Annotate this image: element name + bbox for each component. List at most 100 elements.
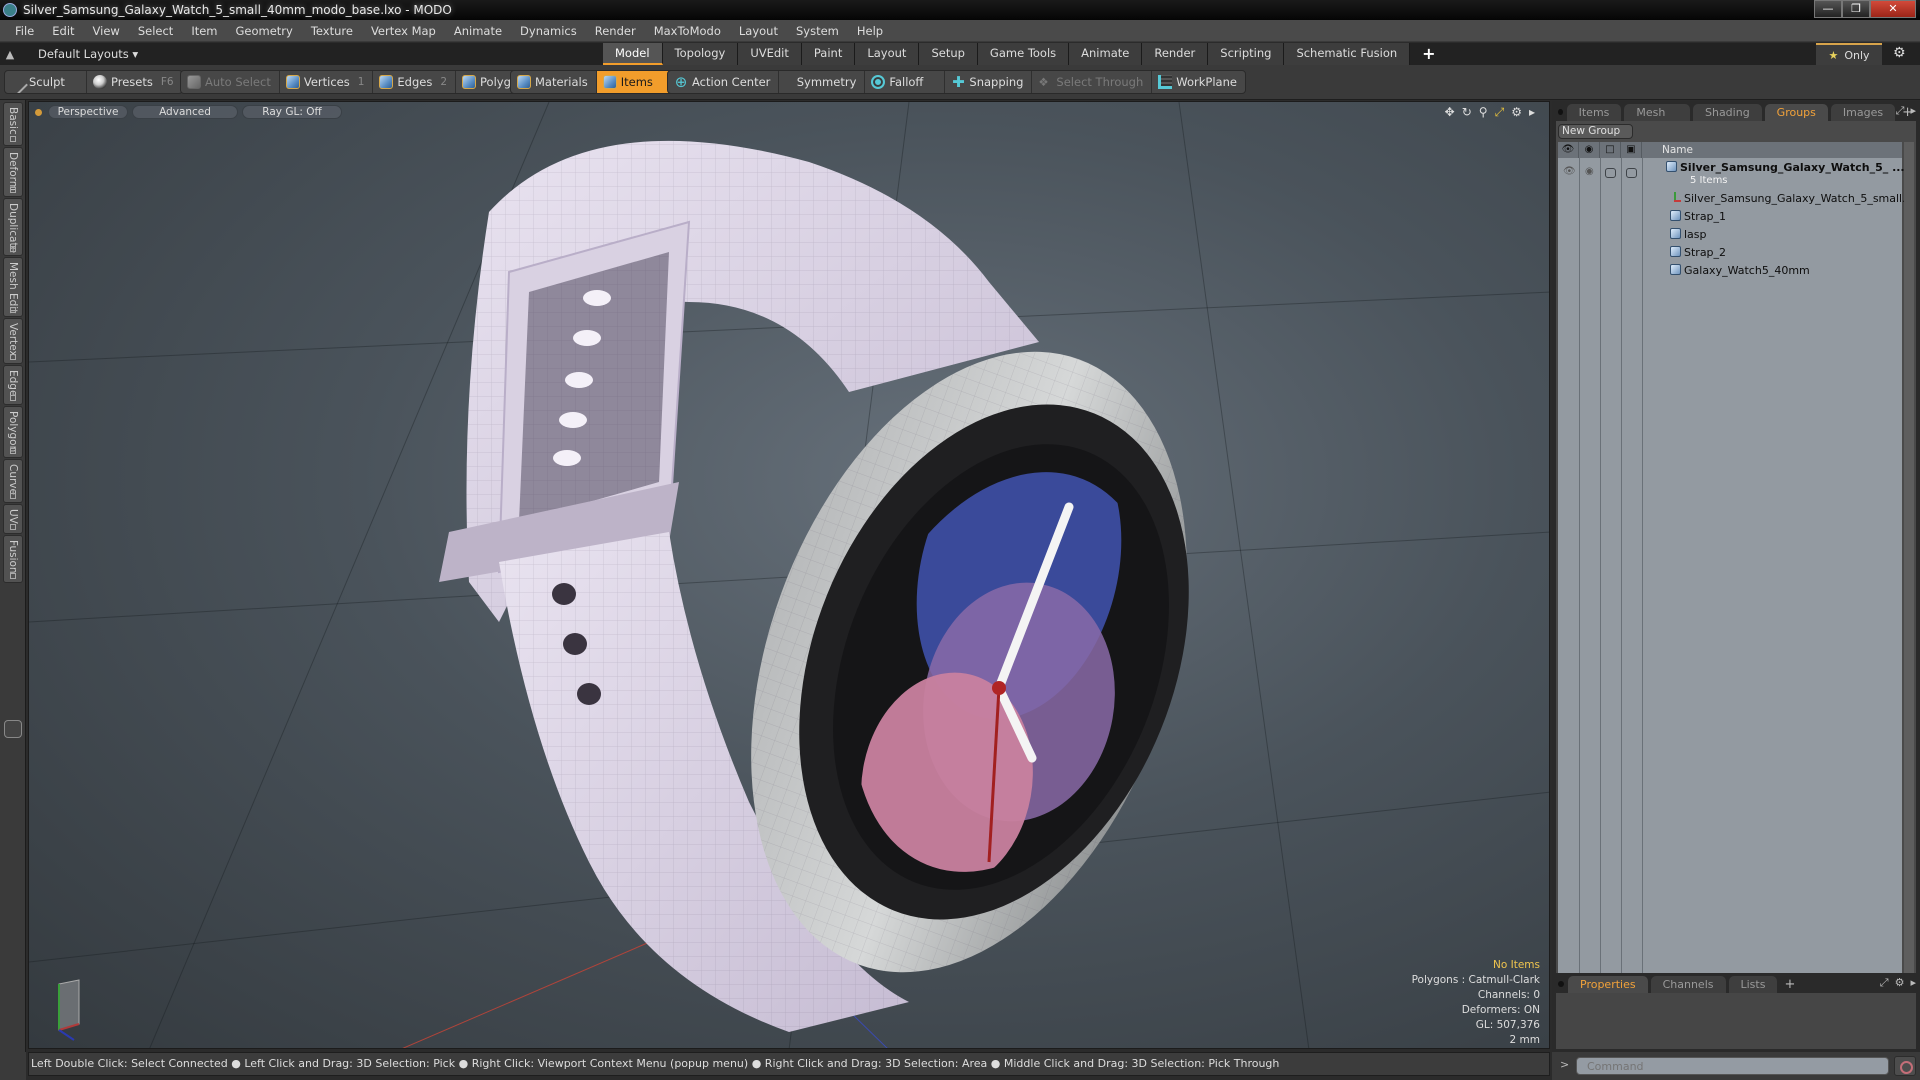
tab-schematic-fusion[interactable]: Schematic Fusion [1284, 43, 1411, 65]
maximize-icon[interactable]: ⤢ [1495, 105, 1505, 120]
right-panel: Items Mesh Ops Shading Groups Images + ⤢… [1552, 101, 1920, 1080]
menu-texture[interactable]: Texture [302, 24, 362, 38]
edges-button[interactable]: Edges 2 [373, 71, 457, 93]
list-item[interactable]: lasp [1558, 227, 1902, 242]
tab-shading[interactable]: Shading [1692, 104, 1762, 121]
tab-topology[interactable]: Topology [662, 43, 739, 65]
expand-panel-icon[interactable]: ⤢ [1896, 104, 1905, 118]
gear-icon[interactable]: ⚙ [1511, 105, 1522, 120]
vtab-basic[interactable]: Basic [3, 102, 23, 146]
close-button[interactable]: ✕ [1870, 0, 1916, 18]
gear-icon[interactable]: ⚙ [1893, 45, 1906, 61]
arrow-right-icon[interactable]: ▸ [1529, 105, 1535, 120]
record-macro-button[interactable] [1894, 1056, 1916, 1076]
items-button[interactable]: Items [596, 71, 670, 93]
layout-up-arrow-icon[interactable]: ▲ [0, 48, 20, 61]
panel-menu-arrow-icon[interactable]: ▸ [1910, 976, 1916, 990]
presets-button[interactable]: Presets F6 [87, 71, 182, 93]
falloff-button[interactable]: Falloff [865, 71, 946, 93]
tab-model[interactable]: Model [603, 43, 663, 65]
view-mode-dropdown[interactable]: Perspective [48, 105, 128, 119]
list-item[interactable]: Strap_1 [1558, 209, 1902, 224]
render-column-camera-icon[interactable]: ◉ [1579, 142, 1600, 158]
symmetry-button[interactable]: Symmetry [779, 71, 866, 93]
visibility-column-eye-icon[interactable]: 👁 [1558, 142, 1579, 158]
action-center-button[interactable]: ⊕ Action Center [668, 71, 780, 93]
vtab-duplicate[interactable]: Duplicate [3, 198, 23, 256]
add-tab-button[interactable]: + [1780, 976, 1799, 993]
select-column-cube-icon[interactable]: ▣ [1621, 142, 1642, 158]
minimize-button[interactable]: — [1814, 0, 1842, 18]
vertices-button[interactable]: Vertices 1 [280, 71, 374, 93]
name-column-header[interactable]: Name [1642, 144, 1693, 156]
menu-system[interactable]: System [787, 24, 848, 38]
tab-items[interactable]: Items [1566, 104, 1622, 121]
zoom-icon[interactable]: ⚲ [1479, 105, 1488, 120]
vtab-mesh-edit-label: Mesh Edit [7, 262, 19, 314]
materials-button[interactable]: Materials [511, 71, 597, 93]
tab-properties[interactable]: Properties [1568, 976, 1648, 993]
sculpt-button[interactable]: Sculpt [5, 71, 87, 93]
rotate-icon[interactable]: ↻ [1462, 105, 1472, 120]
vtab-edge[interactable]: Edge [3, 365, 23, 405]
vtab-deform[interactable]: Deform [3, 147, 23, 197]
groups-scrollbar[interactable] [1904, 142, 1914, 982]
vtab-polygon[interactable]: Polygon [3, 406, 23, 458]
tab-animate[interactable]: Animate [1069, 43, 1143, 65]
menu-animate[interactable]: Animate [445, 24, 511, 38]
menu-maxtomodo[interactable]: MaxToModo [645, 24, 730, 38]
menu-geometry[interactable]: Geometry [227, 24, 302, 38]
menu-render[interactable]: Render [586, 24, 645, 38]
tab-channels[interactable]: Channels [1650, 976, 1726, 993]
list-item[interactable]: Galaxy_Watch5_40mm [1558, 263, 1902, 278]
new-group-button[interactable]: New Group [1558, 124, 1633, 139]
menu-dynamics[interactable]: Dynamics [511, 24, 586, 38]
menu-file[interactable]: File [6, 24, 43, 38]
tab-lists[interactable]: Lists [1728, 976, 1778, 993]
vtab-vertex[interactable]: Vertex [3, 318, 23, 364]
menu-item[interactable]: Item [182, 24, 226, 38]
auto-select-button[interactable]: Auto Select [181, 71, 280, 93]
menu-select[interactable]: Select [129, 24, 182, 38]
vtab-uv[interactable]: UV [3, 504, 23, 534]
tab-render[interactable]: Render [1142, 43, 1209, 65]
3d-viewport[interactable]: Perspective Advanced Ray GL: Off ✥ ↻ ⚲ ⤢… [28, 101, 1550, 1049]
tool-palette-toggle-button[interactable] [4, 720, 22, 738]
tab-game-tools[interactable]: Game Tools [977, 43, 1070, 65]
vtab-mesh-edit[interactable]: Mesh Edit [3, 257, 23, 317]
tab-uvedit[interactable]: UVEdit [738, 43, 802, 65]
command-input[interactable] [1576, 1057, 1889, 1075]
lock-column-cube-icon[interactable]: □ [1600, 142, 1621, 158]
tab-paint[interactable]: Paint [801, 43, 856, 65]
gear-icon[interactable]: ⚙ [1895, 976, 1905, 990]
menu-layout[interactable]: Layout [730, 24, 787, 38]
tab-images[interactable]: Images [1830, 104, 1896, 121]
only-button[interactable]: ★ Only [1816, 43, 1882, 65]
shading-mode-dropdown[interactable]: Advanced [132, 105, 238, 119]
list-item[interactable]: Strap_2 [1558, 245, 1902, 260]
workplane-button[interactable]: WorkPlane [1152, 71, 1245, 93]
tab-mesh-ops[interactable]: Mesh Ops [1624, 104, 1690, 136]
menu-edit[interactable]: Edit [43, 24, 83, 38]
menu-vertex-map[interactable]: Vertex Map [362, 24, 445, 38]
tab-groups[interactable]: Groups [1764, 104, 1828, 121]
snapping-button[interactable]: ✚ Snapping [945, 71, 1033, 93]
panel-menu-arrow-icon[interactable]: ▸ [1910, 104, 1916, 118]
add-layout-tab-button[interactable]: + [1410, 43, 1447, 65]
vtab-basic-label: Basic [7, 107, 19, 135]
tab-layout[interactable]: Layout [855, 43, 920, 65]
list-item[interactable]: Silver_Samsung_Galaxy_Watch_5_small... [1558, 191, 1913, 206]
default-layouts-dropdown[interactable]: Default Layouts ▾ [20, 47, 138, 61]
expand-panel-icon[interactable]: ⤢ [1880, 976, 1889, 990]
vtab-curve-label: Curve [7, 464, 19, 495]
menu-help[interactable]: Help [848, 24, 892, 38]
menu-view[interactable]: View [84, 24, 129, 38]
vtab-fusion[interactable]: Fusion [3, 535, 23, 583]
tab-scripting[interactable]: Scripting [1208, 43, 1285, 65]
tab-setup[interactable]: Setup [919, 43, 978, 65]
select-through-button[interactable]: ❖ Select Through [1032, 71, 1153, 93]
move-icon[interactable]: ✥ [1445, 105, 1455, 120]
vtab-curve[interactable]: Curve [3, 459, 23, 503]
raygl-toggle[interactable]: Ray GL: Off [242, 105, 342, 119]
restore-button[interactable]: ❐ [1842, 0, 1870, 18]
